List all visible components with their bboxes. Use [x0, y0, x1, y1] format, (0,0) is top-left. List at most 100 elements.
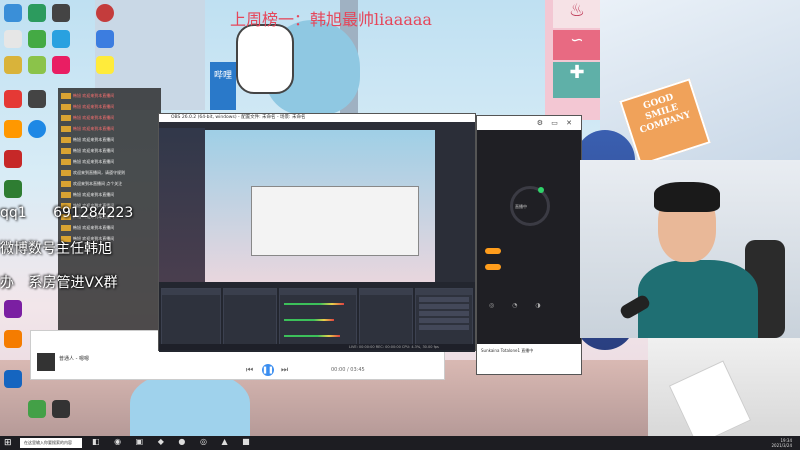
song-title: 普通人 - 嗯嗯	[59, 356, 89, 362]
start-button[interactable]: ⊞	[4, 438, 14, 448]
chat-message: 韩旭 欢迎来到本直播间	[61, 147, 158, 155]
chat-message: 韩旭 欢迎来到本直播间	[61, 125, 158, 133]
next-icon[interactable]: ⏭	[281, 365, 288, 375]
desktop-app-icon[interactable]	[4, 180, 22, 198]
chat-message: 韩旭 欢迎来到本直播间	[61, 103, 158, 111]
desktop-app-icon[interactable]	[96, 4, 114, 22]
play-pause-button[interactable]: ❚❚	[262, 364, 274, 376]
dock-title	[280, 289, 356, 295]
obs-preview-canvas[interactable]	[205, 130, 435, 282]
exit-button[interactable]	[419, 325, 469, 330]
studio-mode-button[interactable]	[419, 311, 469, 316]
scenes-dock[interactable]	[161, 288, 221, 346]
desktop-app-icon[interactable]	[28, 400, 46, 418]
song-time: 00:00 / 03:45	[331, 367, 365, 373]
audio-mixer-dock[interactable]	[279, 288, 357, 346]
desktop-app-icon[interactable]	[28, 90, 46, 108]
sources-dock[interactable]	[223, 288, 277, 346]
wechat-suffix: 数号主任韩旭	[28, 241, 112, 257]
desktop-app-icon[interactable]	[52, 400, 70, 418]
obs-titlebar: OBS 26.0.2 (64-bit, windows) - 配置文件: 未命名…	[159, 114, 475, 122]
orange-pill-button[interactable]	[485, 248, 501, 254]
fan-badge-icon	[61, 181, 71, 187]
webcam-hair	[654, 182, 720, 212]
desktop-app-icon[interactable]	[4, 56, 22, 74]
dock-title	[416, 289, 472, 295]
desktop-app-icon[interactable]	[28, 4, 46, 22]
audio-meter	[284, 319, 334, 321]
previous-icon[interactable]: ⏮	[246, 365, 253, 375]
live-tool-window[interactable]: ⚙ ▭ ✕ 直播中 ◎ ◔ ◑ Sunkaina Totalone1 直播中	[476, 115, 582, 375]
taskbar-search[interactable]: 在这里输入你要搜索的内容	[20, 438, 82, 448]
qq-number: 691284223	[53, 205, 134, 221]
fan-badge-icon	[61, 115, 71, 121]
desktop-app-icon[interactable]	[52, 4, 70, 22]
tool-footer-text: Sunkaina Totalone1 直播中	[481, 348, 534, 353]
audio-meter	[284, 303, 344, 305]
obs-status-bar: LIVE: 00:00:00 REC: 00:00:00 CPU: 4.3%, …	[159, 344, 475, 350]
clock-date: 2021/3/24	[771, 443, 792, 448]
live-status-label: 直播中	[515, 204, 527, 209]
chat-message-text: 韩旭 欢迎来到本直播间	[73, 93, 115, 98]
taskbar-app-icons[interactable]: ◧ ◉ ▣ ◆ ● ◎ ▲ ■	[92, 437, 256, 446]
tool-footer: Sunkaina Totalone1 直播中	[477, 344, 581, 374]
chat-message-text: 欢迎来到直播间，请遵守规则	[73, 170, 125, 175]
chat-message: 韩旭 欢迎来到本直播间	[61, 224, 158, 232]
chat-message-text: 韩旭 欢迎来到本直播间	[73, 126, 115, 131]
office-suffix: 系房管进VX群	[28, 275, 118, 291]
wallpaper-bili-sign: 哔哩	[210, 62, 236, 110]
wechat-label: 微博	[0, 241, 28, 257]
webcam-feed	[580, 160, 800, 338]
desktop-app-icon[interactable]	[4, 330, 22, 348]
desktop-app-icon[interactable]	[96, 30, 114, 48]
desktop-app-icon[interactable]	[4, 150, 22, 168]
desktop-app-icon[interactable]	[52, 56, 70, 74]
chat-message-text: 韩旭 欢迎来到本直播间	[73, 115, 115, 120]
fan-badge-icon	[61, 137, 71, 143]
desktop-app-icon[interactable]	[4, 4, 22, 22]
desktop-app-icon[interactable]	[4, 370, 22, 388]
fan-badge-icon	[61, 225, 71, 231]
obs-side-preview	[159, 128, 205, 284]
tool-bottom-icons[interactable]: ◎ ◔ ◑	[489, 302, 549, 309]
top-fan-banner: 上周榜一：韩旭最帅liaaaaa	[230, 10, 432, 29]
webcam-shirt	[638, 260, 758, 338]
system-tray-clock[interactable]: 19:34 2021/3/24	[771, 438, 792, 448]
desktop-app-icon[interactable]	[28, 56, 46, 74]
wallpaper-fan-sign: ♨	[553, 0, 601, 28]
desktop-app-icon[interactable]	[4, 90, 22, 108]
chat-message-text: 韩旭 欢迎来到本直播间	[73, 192, 115, 197]
chat-message: 韩旭 欢迎来到本直播间	[61, 191, 158, 199]
fan-badge-icon	[61, 192, 71, 198]
desktop-app-icon[interactable]	[28, 30, 46, 48]
wallpaper-mascot	[236, 24, 294, 94]
office-label: 办	[0, 275, 14, 291]
album-cover	[37, 353, 55, 371]
start-recording-button[interactable]	[419, 304, 469, 309]
settings-button[interactable]	[419, 318, 469, 323]
taskbar[interactable]: ⊞ 在这里输入你要搜索的内容 ◧ ◉ ▣ ◆ ● ◎ ▲ ■ 19:34 202…	[0, 436, 800, 450]
transitions-dock[interactable]	[359, 288, 413, 346]
fan-badge-icon	[61, 159, 71, 165]
desktop-app-icon[interactable]	[96, 56, 114, 74]
chat-message: 欢迎来到本直播间 点个关注	[61, 180, 158, 188]
group-overlay-text: 办 系房管进VX群	[0, 272, 118, 292]
chat-message-text: 韩旭 欢迎来到本直播间	[73, 225, 115, 230]
orange-pill-button[interactable]	[485, 264, 501, 270]
desktop-app-icon[interactable]	[52, 30, 70, 48]
obs-window[interactable]: OBS 26.0.2 (64-bit, windows) - 配置文件: 未命名…	[158, 113, 476, 352]
start-streaming-button[interactable]	[419, 297, 469, 302]
tool-header: ⚙ ▭ ✕	[477, 116, 581, 130]
desktop-app-icon[interactable]	[4, 120, 22, 138]
desktop-app-icon[interactable]	[4, 300, 22, 318]
dock-title	[224, 289, 276, 295]
fan-badge-icon	[61, 93, 71, 99]
controls-dock[interactable]	[415, 288, 473, 346]
obs-menubar[interactable]	[159, 122, 475, 128]
chat-message-text: 韩旭 欢迎来到本直播间	[73, 159, 115, 164]
desktop-app-icon[interactable]	[28, 120, 46, 138]
obs-docks	[159, 282, 475, 352]
tool-header-icons[interactable]: ⚙ ▭ ✕	[537, 119, 575, 127]
dock-title	[360, 289, 412, 295]
desktop-app-icon[interactable]	[4, 30, 22, 48]
